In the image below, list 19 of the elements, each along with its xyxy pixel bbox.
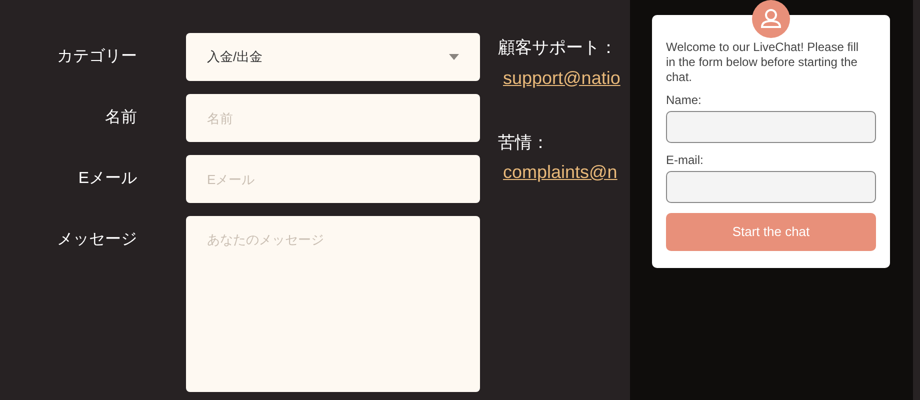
category-select[interactable]: 入金/出金 <box>186 33 480 81</box>
email-link[interactable]: complaints@n <box>503 159 618 186</box>
message-field[interactable]: あなたのメッセージ <box>186 216 480 392</box>
input-field[interactable] <box>666 171 876 203</box>
email-link[interactable]: support@natio <box>503 64 620 92</box>
input-field[interactable]: Eメール <box>186 155 480 203</box>
field-label: Eメール <box>77 169 137 189</box>
field-label: カテゴリー <box>56 47 137 67</box>
contact-label: 苦情： <box>498 132 550 154</box>
contact-label: 顧客サポート： <box>498 37 618 59</box>
avatar-icon <box>752 0 790 38</box>
input-field[interactable] <box>666 111 876 143</box>
field-label: E-mail: <box>666 152 704 169</box>
welcome-text: Welcome to our LiveChat! Please fill in the form below before starting the chat. <box>666 40 860 85</box>
input-field[interactable]: 名前 <box>186 94 480 142</box>
field-label: Name: <box>666 92 702 109</box>
dropdown-caret-icon <box>449 54 459 60</box>
field-label: 名前 <box>104 108 137 128</box>
field-label: メッセージ <box>56 230 137 250</box>
